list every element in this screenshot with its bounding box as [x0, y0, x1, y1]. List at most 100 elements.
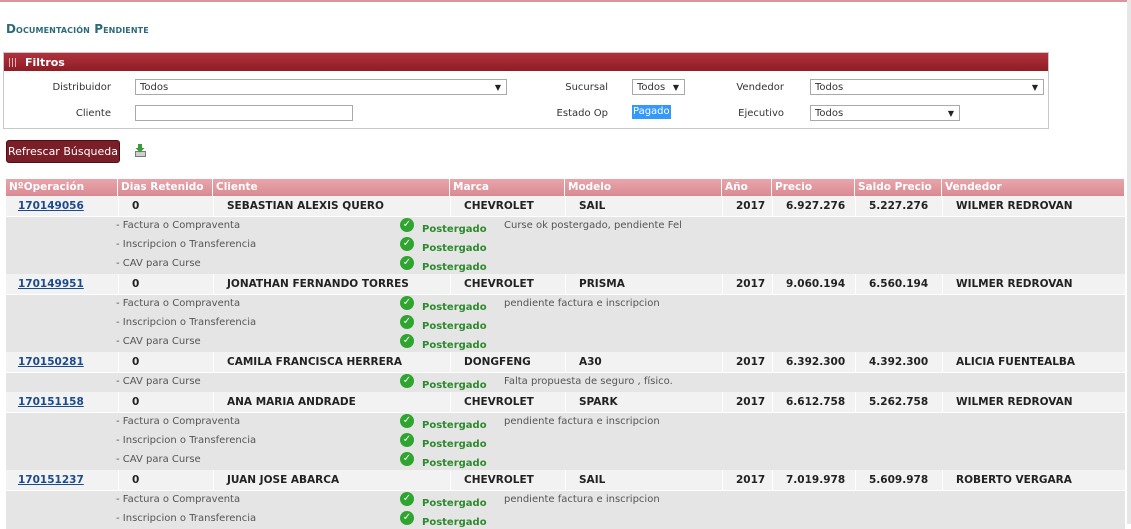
status-label: Postergado [422, 340, 487, 351]
status-label: Postergado [422, 243, 487, 254]
detail-row: - Factura o Compraventa ✓ Postergado pendie… [6, 295, 1125, 314]
distribuidor-label: Distribuidor [52, 82, 111, 93]
detail-block: - Factura o Compraventa ✓ Postergado pendie… [6, 491, 1125, 529]
status-label: Postergado [422, 224, 487, 235]
cell-saldo: 5.227.276 [855, 196, 942, 216]
operacion-link[interactable]: 170151237 [18, 474, 84, 486]
header-col-modelo[interactable]: Modelo [565, 179, 722, 196]
document-item: - CAV para Curse [116, 258, 201, 269]
cell-saldo: 5.262.758 [855, 392, 942, 412]
detail-row: - CAV para Curse ✓ Postergado Falta propues… [6, 373, 1125, 392]
vendedor-label: Vendedor [736, 82, 784, 93]
cell-modelo: PRISMA [565, 274, 722, 294]
header-col-vendedor[interactable]: Vendedor [942, 179, 1125, 196]
header-col-anio[interactable]: Año [722, 179, 772, 196]
cell-marca: CHEVROLET [450, 470, 565, 490]
sucursal-select[interactable]: Todos ▼ [632, 79, 685, 95]
cell-modelo: SPARK [565, 392, 722, 412]
table-row: 170149056 0 SEBASTIAN ALEXIS QUERO CHEVROLE… [6, 196, 1125, 217]
status-label: Postergado [422, 321, 487, 332]
detail-block: - Factura o Compraventa ✓ Postergado Curse … [6, 217, 1125, 274]
operacion-link[interactable]: 170149951 [18, 278, 84, 290]
ejecutivo-label: Ejecutivo [738, 108, 784, 119]
cell-marca: CHEVROLET [450, 392, 565, 412]
detail-row: - CAV para Curse ✓ Postergado [6, 255, 1125, 274]
cell-operacion: 170149951 [6, 274, 118, 294]
table-row: 170150281 0 CAMILA FRANCISCA HERRERA DONGFE… [6, 352, 1125, 373]
grip-icon [9, 57, 17, 67]
estado-op-select[interactable]: Pagado [632, 105, 671, 119]
cell-operacion: 170151158 [6, 392, 118, 412]
cell-anio: 2017 [722, 470, 772, 490]
cell-cliente: JUAN JOSE ABARCA [213, 470, 450, 490]
cell-anio: 2017 [722, 392, 772, 412]
cell-saldo: 5.609.978 [855, 470, 942, 490]
document-item: - CAV para Curse [116, 454, 201, 465]
table-row: 170151237 0 JUAN JOSE ABARCA CHEVROLET SAIL 2… [6, 470, 1125, 491]
document-item: - Inscripcion o Transferencia [116, 239, 257, 250]
check-circle-icon: ✓ [400, 237, 414, 251]
operacion-link[interactable]: 170150281 [18, 356, 84, 368]
header-col-dias[interactable]: Dias Retenido [118, 179, 213, 196]
table-row: 170151158 0 ANA MARIA ANDRADE CHEVROLET SPAR… [6, 392, 1125, 413]
distribuidor-select[interactable]: Todos ▼ [135, 79, 507, 95]
detail-row: - Inscripcion o Transferencia ✓ Postergado [6, 510, 1125, 529]
refresh-button[interactable]: Refrescar Búsqueda [6, 140, 120, 163]
status-label: Postergado [422, 458, 487, 469]
document-item: - Factura o Compraventa [116, 220, 241, 231]
cell-dias: 0 [118, 274, 213, 294]
cell-precio: 9.060.194 [772, 274, 855, 294]
header-col-precio[interactable]: Precio [772, 179, 855, 196]
operacion-link[interactable]: 170149056 [18, 200, 84, 212]
header-col-operacion[interactable]: NºOperación [6, 179, 118, 196]
filters-title: Filtros [25, 55, 65, 69]
scrollbar-track[interactable] [1127, 0, 1131, 524]
check-circle-icon: ✓ [400, 315, 414, 329]
observation-text: Curse ok postergado, pendiente Fel [504, 220, 682, 231]
cell-vendedor: ALICIA FUENTEALBA [942, 352, 1125, 372]
cell-dias: 0 [118, 470, 213, 490]
detail-block: - Factura o Compraventa ✓ Postergado pendie… [6, 295, 1125, 352]
cell-anio: 2017 [722, 274, 772, 294]
cell-anio: 2017 [722, 352, 772, 372]
distribuidor-value: Todos [140, 82, 169, 93]
operacion-link[interactable]: 170151158 [18, 396, 84, 408]
results-table: NºOperación Dias Retenido Cliente Marca Mode… [6, 179, 1125, 529]
cell-precio: 7.019.978 [772, 470, 855, 490]
cell-dias: 0 [118, 196, 213, 216]
filters-header[interactable]: Filtros [4, 53, 1048, 71]
status-label: Postergado [422, 517, 487, 528]
vendedor-value: Todos [815, 82, 844, 93]
observation-text: pendiente factura e inscripcion [504, 416, 660, 427]
header-col-marca[interactable]: Marca [450, 179, 565, 196]
estado-op-label: Estado Op [556, 108, 608, 119]
cell-vendedor: WILMER REDROVAN [942, 196, 1125, 216]
status-label: Postergado [422, 302, 487, 313]
ejecutivo-select[interactable]: Todos ▼ [810, 105, 960, 121]
cell-cliente: CAMILA FRANCISCA HERRERA [213, 352, 450, 372]
vendedor-select[interactable]: Todos ▼ [810, 79, 1044, 95]
check-circle-icon: ✓ [400, 218, 414, 232]
document-item: - Inscripcion o Transferencia [116, 317, 257, 328]
header-col-cliente[interactable]: Cliente [213, 179, 450, 196]
document-item: - Factura o Compraventa [116, 494, 241, 505]
header-col-saldo[interactable]: Saldo Precio [855, 179, 942, 196]
cell-vendedor: ROBERTO VERGARA [942, 470, 1125, 490]
observation-text: pendiente factura e inscripcion [504, 494, 660, 505]
detail-row: - Factura o Compraventa ✓ Postergado Curse … [6, 217, 1125, 236]
observation-text: pendiente factura e inscripcion [504, 298, 660, 309]
document-item: - CAV para Curse [116, 336, 201, 347]
cliente-input[interactable] [135, 105, 353, 121]
cell-operacion: 170149056 [6, 196, 118, 216]
export-excel-icon[interactable] [132, 143, 148, 159]
document-item: - CAV para Curse [116, 376, 201, 387]
cell-modelo: SAIL [565, 470, 722, 490]
detail-row: - Inscripcion o Transferencia ✓ Postergado [6, 432, 1125, 451]
detail-block: - CAV para Curse ✓ Postergado Falta propues… [6, 373, 1125, 392]
table-row: 170149951 0 JONATHAN FERNANDO TORRES CHEVRO… [6, 274, 1125, 295]
status-label: Postergado [422, 439, 487, 450]
cell-vendedor: WILMER REDROVAN [942, 274, 1125, 294]
document-item: - Inscripcion o Transferencia [116, 513, 257, 524]
cell-marca: CHEVROLET [450, 274, 565, 294]
sucursal-value: Todos [637, 82, 666, 93]
